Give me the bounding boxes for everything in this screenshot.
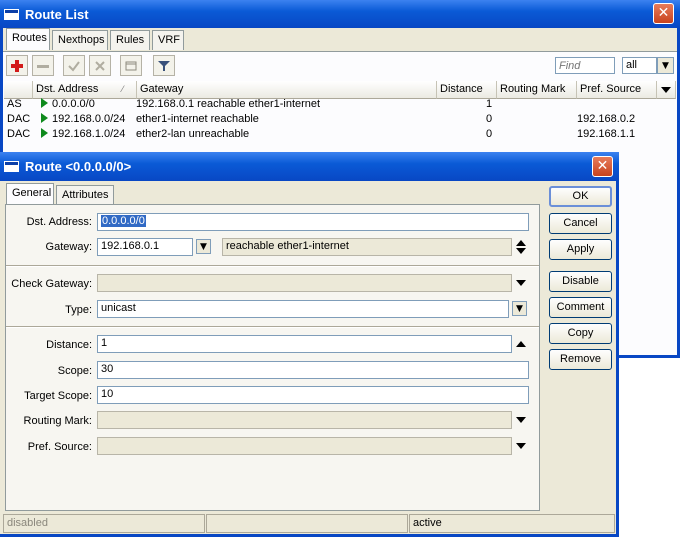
row-dst: 0.0.0.0/0 — [41, 98, 95, 110]
type-select[interactable]: unicast — [97, 300, 509, 318]
cancel-button[interactable]: Cancel — [549, 213, 612, 234]
row-dst: 192.168.1.0/24 — [41, 128, 125, 140]
col-flags[interactable] — [4, 81, 33, 99]
route-list-title: Route List — [25, 6, 89, 22]
sort-indicator-icon: ⁄ — [122, 84, 124, 94]
status-disabled: disabled — [3, 514, 205, 533]
gateway-collapse-icon[interactable] — [516, 240, 526, 246]
add-icon — [11, 59, 23, 72]
routing-mark-select[interactable] — [97, 411, 512, 429]
col-distance[interactable]: Distance — [437, 81, 497, 99]
pref-source-label: Pref. Source: — [27, 441, 92, 453]
disable-icon — [95, 60, 105, 71]
row-dst: 192.168.0.0/24 — [41, 113, 125, 125]
row-flags: DAC — [7, 128, 31, 140]
row-distance: 0 — [486, 128, 493, 140]
pref-source-select[interactable] — [97, 437, 512, 455]
enable-icon — [68, 60, 80, 72]
distance-label: Distance: — [46, 339, 92, 351]
comment-button[interactable] — [120, 55, 142, 76]
flag-icon — [41, 113, 48, 123]
remove-button[interactable] — [32, 55, 54, 76]
add-button[interactable] — [6, 55, 28, 76]
tab-rules[interactable]: Rules — [110, 30, 150, 50]
status-middle — [206, 514, 408, 533]
row-flags: DAC — [7, 113, 31, 125]
type-label: Type: — [65, 304, 92, 316]
tab-routes[interactable]: Routes — [6, 28, 50, 50]
flag-icon — [41, 128, 48, 138]
gateway-input[interactable]: 192.168.0.1 — [97, 238, 193, 256]
row-distance: 1 — [486, 98, 493, 110]
distance-collapse-icon[interactable] — [516, 341, 526, 347]
dst-address-value: 0.0.0.0/0 — [101, 215, 146, 227]
route-dialog-close-button[interactable]: ✕ — [592, 156, 613, 177]
tab-general[interactable]: General — [6, 183, 54, 205]
tab-attributes[interactable]: Attributes — [56, 185, 114, 205]
scope-input[interactable]: 30 — [97, 361, 529, 379]
gateway-dropdown-button[interactable]: ▼ — [196, 239, 211, 254]
chevron-down-icon[interactable] — [516, 443, 526, 449]
gateway-expand-icon[interactable] — [516, 248, 526, 254]
route-dialog-title: Route <0.0.0.0/0> — [25, 159, 132, 174]
route-dialog-tabs: General Attributes — [6, 183, 126, 205]
comment-button[interactable]: Comment — [549, 297, 612, 318]
tab-nexthops[interactable]: Nexthops — [52, 30, 108, 50]
type-dropdown-button[interactable]: ▼ — [512, 301, 527, 316]
gateway-label: Gateway: — [45, 241, 92, 253]
col-pref-source[interactable]: Pref. Source — [577, 81, 657, 99]
flag-icon — [41, 98, 48, 108]
route-dialog-titlebar: Route <0.0.0.0/0> ✕ — [0, 152, 619, 181]
row-distance: 0 — [486, 113, 493, 125]
scope-label: Scope: — [57, 365, 92, 377]
col-gateway[interactable]: Gateway — [137, 81, 437, 99]
remove-button[interactable]: Remove — [549, 349, 612, 370]
filter-select[interactable]: all — [622, 57, 657, 74]
copy-button[interactable]: Copy — [549, 323, 612, 344]
route-list-close-button[interactable]: ✕ — [653, 3, 674, 24]
disable-button[interactable]: Disable — [549, 271, 612, 292]
distance-input[interactable]: 1 — [97, 335, 512, 353]
separator — [6, 326, 539, 328]
find-input[interactable] — [555, 57, 615, 74]
col-routing-mark[interactable]: Routing Mark — [497, 81, 577, 99]
window-icon — [4, 161, 19, 172]
row-gateway: 192.168.0.1 reachable ether1-internet — [136, 98, 321, 110]
table-row[interactable]: DAC 192.168.1.0/24 ether2-lan unreachabl… — [4, 128, 676, 143]
ok-button[interactable]: OK — [549, 186, 612, 207]
chevron-down-icon[interactable] — [516, 280, 526, 286]
disable-button[interactable] — [89, 55, 111, 76]
separator — [6, 265, 539, 267]
row-gateway: ether2-lan unreachable — [136, 128, 250, 140]
row-pref-source: 192.168.0.2 — [577, 113, 636, 125]
status-active: active — [409, 514, 615, 533]
filter-button[interactable] — [153, 55, 175, 76]
chevron-down-icon[interactable] — [516, 417, 526, 423]
remove-icon — [37, 64, 49, 68]
apply-button[interactable]: Apply — [549, 239, 612, 260]
target-scope-input[interactable]: 10 — [97, 386, 529, 404]
columns-menu-button[interactable] — [657, 81, 676, 99]
check-gateway-label: Check Gateway: — [11, 278, 92, 290]
filter-icon — [158, 60, 170, 71]
tab-vrf[interactable]: VRF — [152, 30, 184, 50]
routing-mark-label: Routing Mark: — [23, 415, 92, 427]
check-gateway-select[interactable] — [97, 274, 512, 292]
target-scope-label: Target Scope: — [24, 390, 92, 402]
comment-icon — [125, 61, 137, 70]
window-icon — [4, 8, 19, 20]
dst-address-input[interactable]: 0.0.0.0/0 — [97, 213, 529, 231]
row-gateway: ether1-internet reachable — [136, 113, 259, 125]
gateway-status: reachable ether1-internet — [222, 238, 512, 256]
route-list-tabs: Routes Nexthops Rules VRF — [6, 28, 206, 52]
filter-dropdown-button[interactable]: ▼ — [657, 57, 674, 74]
table-row[interactable]: AS 0.0.0.0/0 192.168.0.1 reachable ether… — [4, 98, 676, 113]
route-list-titlebar: Route List ✕ — [0, 0, 680, 28]
row-flags: AS — [7, 98, 22, 110]
table-row[interactable]: DAC 192.168.0.0/24 ether1-internet reach… — [4, 113, 676, 128]
row-pref-source: 192.168.1.1 — [577, 128, 636, 140]
enable-button[interactable] — [63, 55, 85, 76]
dst-address-label: Dst. Address: — [26, 216, 92, 228]
chevron-down-icon — [661, 87, 671, 93]
